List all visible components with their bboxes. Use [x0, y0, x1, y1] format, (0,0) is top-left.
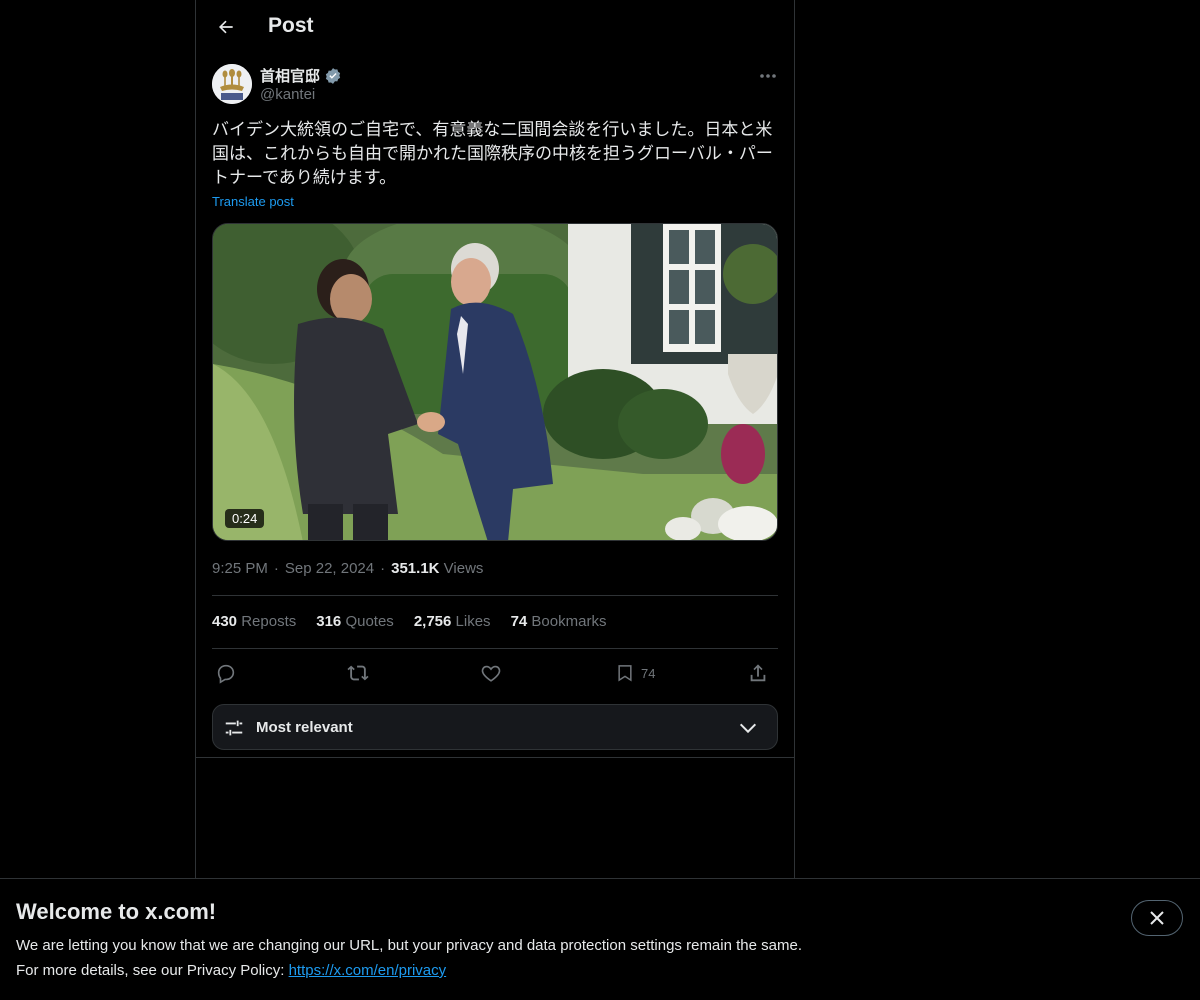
- back-button[interactable]: [208, 9, 244, 45]
- repost-icon: [347, 665, 369, 681]
- quotes-label: Quotes: [345, 613, 394, 630]
- divider: [196, 757, 794, 758]
- bookmark-button[interactable]: 74: [615, 660, 655, 686]
- author-name-row: 首相官邸: [260, 65, 342, 86]
- kantei-emblem-icon: [212, 64, 252, 104]
- reply-button[interactable]: [215, 660, 237, 686]
- more-dots-icon: [760, 74, 776, 78]
- quotes-count: 316: [316, 613, 342, 630]
- likes-count: 2,756: [413, 613, 452, 630]
- translate-post-link[interactable]: Translate post: [212, 194, 294, 209]
- reply-sort-dropdown[interactable]: Most relevant: [212, 704, 778, 750]
- likes-stat[interactable]: 2,756 Likes: [414, 613, 491, 630]
- divider: [212, 648, 778, 649]
- divider: [212, 595, 778, 596]
- post-views: 351.1K Views: [391, 560, 483, 577]
- bookmarks-count: 74: [510, 613, 528, 630]
- close-icon: [1150, 911, 1164, 925]
- banner-title: Welcome to x.com!: [16, 899, 217, 924]
- avatar[interactable]: [212, 64, 252, 104]
- action-bar: 74: [212, 660, 778, 686]
- author-handle[interactable]: @kantei: [260, 86, 315, 103]
- more-options-button[interactable]: [754, 64, 782, 88]
- main-column: Post 首相官邸 @kantei バイデン大統領のご自宅で、有意義な二国間会談…: [195, 0, 795, 878]
- privacy-policy-link[interactable]: https://x.com/en/privacy: [289, 962, 447, 979]
- author-name[interactable]: 首相官邸: [260, 65, 320, 86]
- reposts-label: Reposts: [241, 613, 297, 630]
- views-count: 351.1K: [391, 560, 440, 577]
- like-button[interactable]: [480, 660, 502, 686]
- post-stats: 430 Reposts 316 Quotes 2,756 Likes 74 Bo…: [212, 613, 606, 630]
- bookmarks-label: Bookmarks: [531, 613, 607, 630]
- post-video[interactable]: 0:24: [212, 223, 778, 541]
- arrow-left-icon: [219, 20, 233, 34]
- sort-label: Most relevant: [256, 719, 353, 736]
- video-duration-badge: 0:24: [225, 509, 265, 528]
- post-meta: 9:25 PM · Sep 22, 2024 · 351.1K Views: [212, 560, 483, 577]
- reposts-stat[interactable]: 430 Reposts: [212, 613, 296, 630]
- share-button[interactable]: [747, 660, 769, 686]
- verified-badge-icon: [325, 67, 341, 84]
- post-text: バイデン大統領のご自宅で、有意義な二国間会談を行いました。日本と米国は、これから…: [212, 120, 773, 188]
- share-icon: [750, 664, 766, 682]
- bookmark-icon: [618, 665, 632, 682]
- reply-icon: [217, 664, 235, 684]
- meta-separator: ·: [380, 560, 386, 577]
- heart-icon: [481, 665, 501, 682]
- banner-privacy-line: For more details, see our Privacy Policy…: [16, 962, 446, 979]
- banner-message: We are letting you know that we are chan…: [16, 937, 802, 954]
- chevron-down-icon: [739, 723, 757, 734]
- views-label: Views: [443, 560, 484, 577]
- welcome-banner: Welcome to x.com! We are letting you kno…: [0, 878, 1200, 1000]
- repost-button[interactable]: [346, 660, 370, 686]
- quotes-stat[interactable]: 316 Quotes: [316, 613, 394, 630]
- post-time[interactable]: 9:25 PM: [212, 560, 268, 577]
- likes-label: Likes: [455, 613, 491, 630]
- bookmarks-stat[interactable]: 74 Bookmarks: [511, 613, 607, 630]
- meta-separator: ·: [273, 560, 279, 577]
- close-banner-button[interactable]: [1131, 900, 1183, 936]
- bookmark-count: 74: [641, 665, 656, 681]
- reposts-count: 430: [212, 613, 238, 630]
- banner-privacy-text: For more details, see our Privacy Policy…: [16, 962, 289, 979]
- filter-sliders-icon: [225, 720, 243, 736]
- post-header: Post: [196, 0, 794, 54]
- post-date[interactable]: Sep 22, 2024: [285, 560, 374, 577]
- video-thumbnail: [213, 224, 777, 540]
- page-title: Post: [268, 14, 314, 37]
